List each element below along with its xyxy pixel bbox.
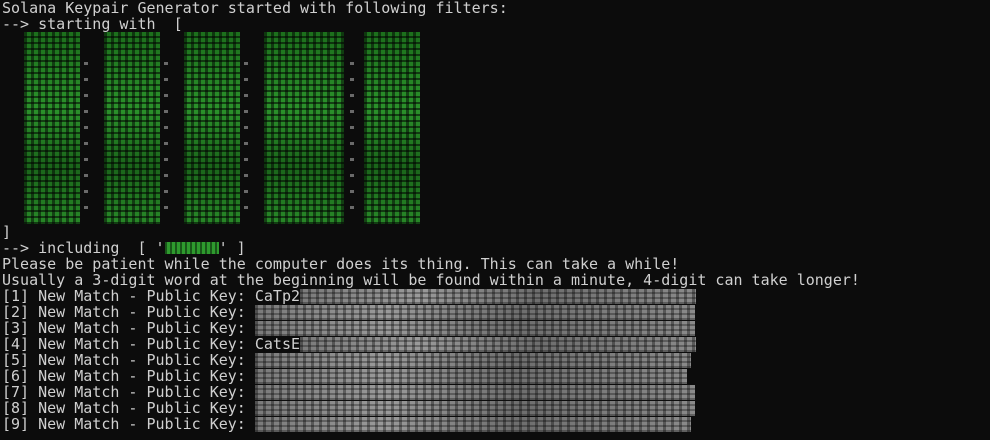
hint-line: Usually a 3-digit word at the beginning … [2, 271, 860, 289]
closing-bracket-line: ] [2, 223, 12, 241]
public-key-redacted [254, 417, 691, 432]
including-line: --> including [ ' ' ] [2, 240, 988, 256]
public-key-redacted [300, 337, 697, 352]
terminal-window[interactable]: Solana Keypair Generator started with fo… [2, 0, 988, 440]
public-key-redacted [254, 369, 687, 384]
match-text: New Match - Public Key: [29, 415, 255, 433]
public-key-redacted [254, 401, 695, 416]
match-line: [8] New Match - Public Key: [2, 400, 988, 416]
pattern-separator [84, 62, 88, 212]
patience-line: Please be patient while the computer doe… [2, 255, 680, 273]
public-key-redacted [254, 353, 691, 368]
public-key-redacted [254, 321, 695, 336]
match-line: [4] New Match - Public Key: CatsE [2, 336, 988, 352]
match-line: [5] New Match - Public Key: [2, 352, 988, 368]
starting-with-line: --> starting with [ [2, 15, 183, 33]
pattern-separator [164, 62, 168, 212]
included-word-redacted [164, 242, 219, 254]
header-line: Solana Keypair Generator started with fo… [2, 0, 508, 17]
pattern-entry-redacted [364, 32, 420, 224]
match-line: [7] New Match - Public Key: [2, 384, 988, 400]
match-index: [9] [2, 415, 30, 433]
pattern-separator [244, 62, 248, 212]
public-key-redacted [254, 305, 695, 320]
match-line: [3] New Match - Public Key: [2, 320, 988, 336]
public-key-visible: CaTp2 [254, 287, 301, 305]
public-key-redacted [300, 289, 697, 304]
pattern-entry-redacted [264, 32, 344, 224]
starting-with-pattern-list [24, 32, 424, 224]
pattern-entry-redacted [104, 32, 160, 224]
public-key-visible: CatsE [254, 335, 301, 353]
pattern-entry-redacted [24, 32, 80, 224]
match-line: [9] New Match - Public Key: [2, 416, 988, 432]
match-line: [2] New Match - Public Key: [2, 304, 988, 320]
pattern-separator [350, 62, 354, 212]
pattern-entry-redacted [184, 32, 240, 224]
public-key-redacted [254, 385, 695, 400]
match-line: [1] New Match - Public Key: CaTp2 [2, 288, 988, 304]
match-line: [6] New Match - Public Key: [2, 368, 988, 384]
